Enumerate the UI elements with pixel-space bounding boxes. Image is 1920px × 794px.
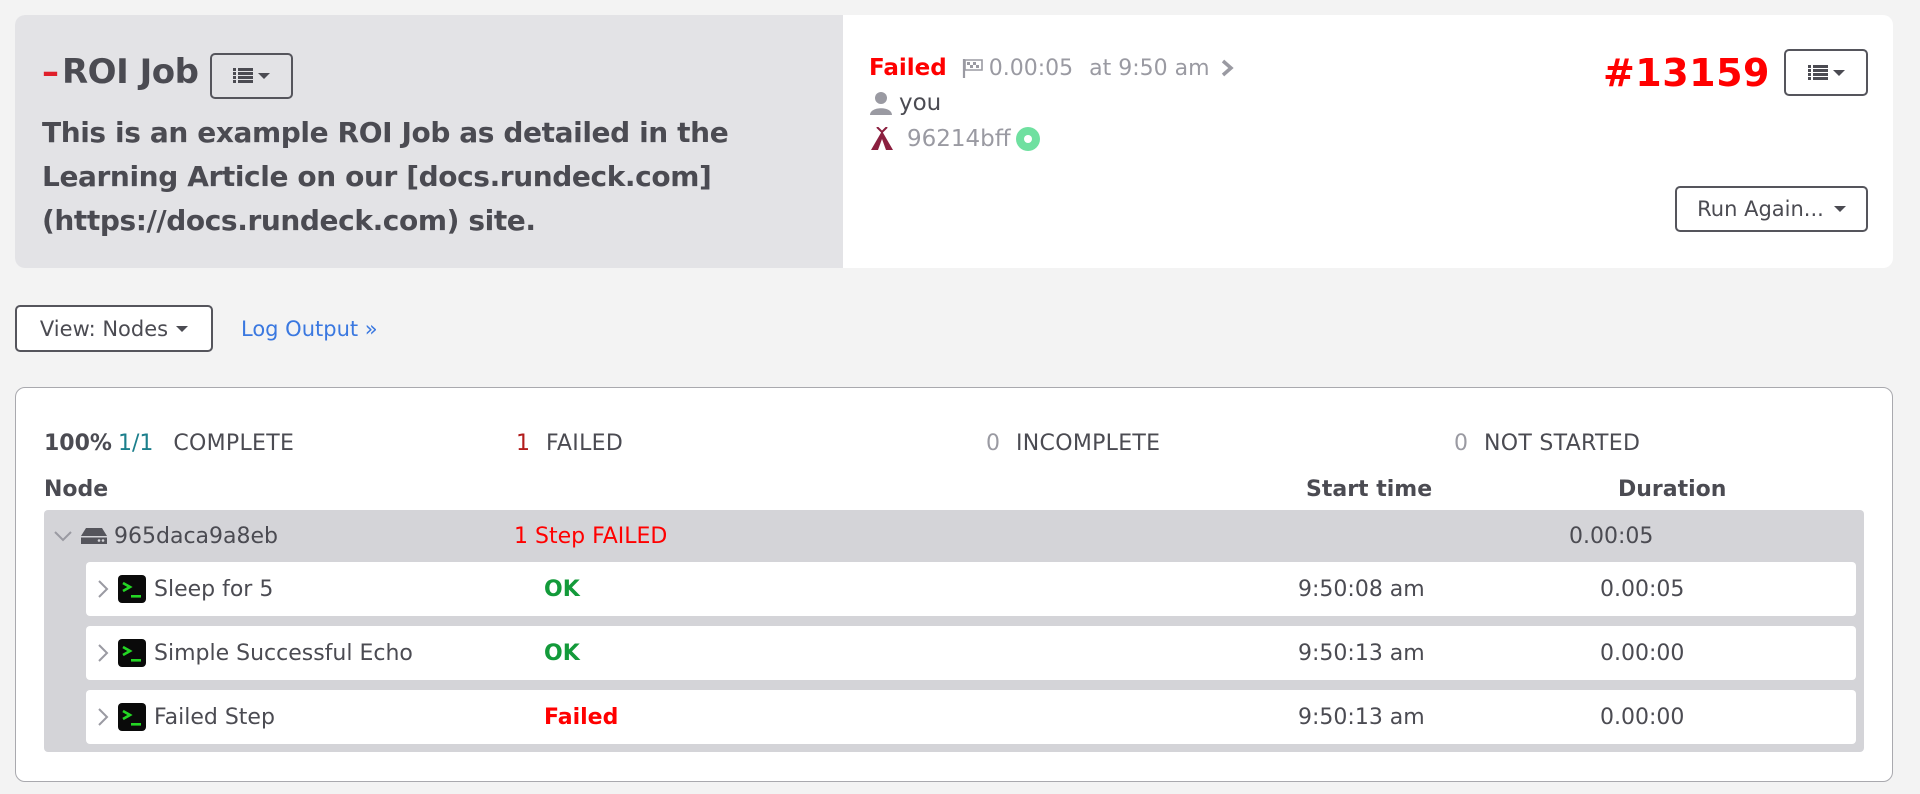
node-name: 965daca9a8eb xyxy=(114,523,278,549)
node-group: 965daca9a8eb 1 Step FAILED 0.00:05 Sleep… xyxy=(44,510,1864,752)
server-uuid: 96214bff xyxy=(907,126,1011,152)
step-duration: 0.00:05 xyxy=(1600,576,1685,602)
execution-header-card: – ROI Job This is an example ROI Job as … xyxy=(15,15,1893,268)
execution-finished-at: at 9:50 am xyxy=(1089,55,1210,81)
not-started-count: 0 xyxy=(1454,430,1468,456)
step-row[interactable]: Sleep for 5 OK 9:50:08 am 0.00:05 xyxy=(86,562,1856,616)
caret-down-icon xyxy=(176,325,189,332)
log-output-link[interactable]: Log Output » xyxy=(241,317,378,341)
view-mode-label: View: Nodes xyxy=(39,316,169,341)
table-header: Node Start time Duration xyxy=(44,468,1864,510)
step-name-cell: Failed Step xyxy=(86,703,544,731)
not-started-label: NOT STARTED xyxy=(1484,430,1641,456)
summary-incomplete: 0 INCOMPLETE xyxy=(986,431,1454,456)
node-row[interactable]: 965daca9a8eb 1 Step FAILED 0.00:05 xyxy=(52,510,1856,562)
list-icon xyxy=(1807,64,1828,81)
node-status: 1 Step FAILED xyxy=(514,523,668,549)
column-header-duration: Duration xyxy=(1618,476,1727,502)
summary-complete: 100% 1/1 COMPLETE xyxy=(44,431,516,456)
step-list: Sleep for 5 OK 9:50:08 am 0.00:05 Simple… xyxy=(52,562,1856,744)
tent-icon xyxy=(871,127,893,150)
node-duration: 0.00:05 xyxy=(1569,523,1654,549)
chevron-right-icon[interactable] xyxy=(96,642,110,664)
run-again-label: Run Again... xyxy=(1697,197,1824,221)
step-name: Simple Successful Echo xyxy=(154,640,413,666)
chevron-right-icon[interactable] xyxy=(1220,59,1234,77)
execution-actions-menu-button[interactable] xyxy=(1784,49,1868,96)
incomplete-count: 0 xyxy=(986,430,1000,456)
terminal-icon xyxy=(118,575,146,603)
failed-label: FAILED xyxy=(546,430,624,456)
complete-label: COMPLETE xyxy=(173,430,295,456)
checkered-flag-icon xyxy=(962,59,983,78)
job-title-row: – ROI Job xyxy=(42,47,816,99)
summary-failed: 1 FAILED xyxy=(516,431,986,456)
list-icon xyxy=(233,68,254,84)
step-row[interactable]: Failed Step Failed 9:50:13 am 0.00:00 xyxy=(86,690,1856,744)
step-start-time: 9:50:08 am xyxy=(1298,576,1425,602)
view-toolbar: View: Nodes Log Output » xyxy=(15,305,378,352)
execution-summary: 100% 1/1 COMPLETE 1 FAILED 0 INCOMPLETE … xyxy=(44,418,1864,468)
caret-down-icon xyxy=(1833,206,1846,212)
step-status: OK xyxy=(544,576,580,602)
minus-icon: – xyxy=(42,52,59,92)
step-start-time: 9:50:13 am xyxy=(1298,704,1425,730)
execution-id-group: #13159 xyxy=(1603,49,1868,96)
step-duration: 0.00:00 xyxy=(1600,704,1685,730)
column-header-start-time: Start time xyxy=(1306,476,1433,502)
step-name: Failed Step xyxy=(154,704,275,730)
step-name: Sleep for 5 xyxy=(154,576,274,602)
failed-count: 1 xyxy=(516,430,530,456)
step-name-cell: Sleep for 5 xyxy=(86,575,544,603)
caret-down-icon xyxy=(1832,69,1845,76)
complete-ratio: 1/1 xyxy=(117,430,154,456)
user-icon xyxy=(870,92,892,115)
step-row[interactable]: Simple Successful Echo OK 9:50:13 am 0.0… xyxy=(86,626,1856,680)
step-name-cell: Simple Successful Echo xyxy=(86,639,544,667)
node-name-cell: 965daca9a8eb xyxy=(52,524,514,549)
summary-not-started: 0 NOT STARTED xyxy=(1454,431,1640,456)
job-info-panel: – ROI Job This is an example ROI Job as … xyxy=(15,15,843,268)
complete-percent: 100% xyxy=(44,430,112,456)
step-duration: 0.00:00 xyxy=(1600,640,1685,666)
caret-down-icon xyxy=(258,73,271,79)
step-status: OK xyxy=(544,640,580,666)
server-status-icon xyxy=(1015,127,1040,151)
chevron-down-icon[interactable] xyxy=(52,529,74,543)
column-header-node: Node xyxy=(44,476,109,502)
execution-duration: 0.00:05 xyxy=(988,55,1074,81)
execution-info-panel: Failed 0.00:05 at 9:50 am you 96214bff #… xyxy=(843,15,1893,268)
execution-user: you xyxy=(899,90,942,116)
chevron-right-icon[interactable] xyxy=(96,706,110,728)
execution-status: Failed xyxy=(869,55,947,81)
chevron-right-icon[interactable] xyxy=(96,578,110,600)
run-again-button[interactable]: Run Again... xyxy=(1675,186,1868,232)
nodes-panel: 100% 1/1 COMPLETE 1 FAILED 0 INCOMPLETE … xyxy=(15,387,1893,782)
view-mode-dropdown[interactable]: View: Nodes xyxy=(15,305,213,352)
terminal-icon xyxy=(118,639,146,667)
execution-server-line: 96214bff xyxy=(869,121,1867,157)
job-title[interactable]: ROI Job xyxy=(62,52,199,92)
step-start-time: 9:50:13 am xyxy=(1298,640,1425,666)
terminal-icon xyxy=(118,703,146,731)
job-description: This is an example ROI Job as detailed i… xyxy=(42,116,729,237)
hard-drive-icon xyxy=(81,528,107,544)
step-status: Failed xyxy=(544,704,619,730)
execution-id[interactable]: #13159 xyxy=(1603,51,1770,95)
job-actions-menu-button[interactable] xyxy=(210,53,294,99)
incomplete-label: INCOMPLETE xyxy=(1016,430,1161,456)
